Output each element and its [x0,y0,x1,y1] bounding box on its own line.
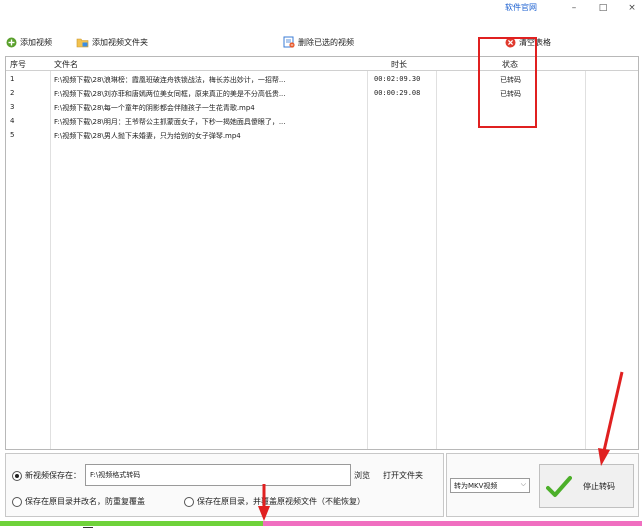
annotation-arrows [258,371,624,521]
progress-bar [0,521,642,530]
arrow-to-progress-bar [258,484,270,521]
arrow-to-stop-button [598,371,624,466]
progress-marker-icon [83,527,93,528]
progress-bottom-strip [0,526,642,530]
